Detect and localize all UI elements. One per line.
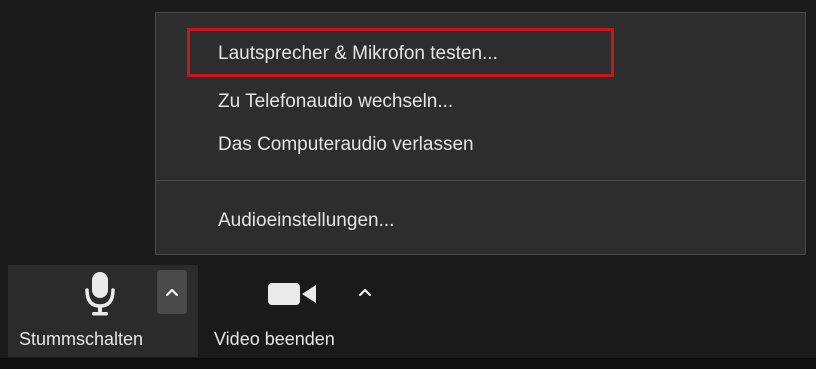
menu-item-leave-computer-audio[interactable]: Das Computeraudio verlassen [218, 131, 474, 159]
stop-video-button-label[interactable]: Video beenden [214, 329, 335, 350]
microphone-icon[interactable] [82, 270, 118, 316]
video-camera-icon[interactable] [268, 281, 318, 307]
chevron-up-icon [165, 288, 179, 297]
video-options-caret-button[interactable] [350, 270, 380, 314]
audio-options-caret-button[interactable] [157, 270, 187, 314]
menu-separator [156, 180, 805, 181]
menu-item-audio-settings[interactable]: Audioeinstellungen... [218, 207, 394, 235]
toolbar-bottom-strip [0, 358, 816, 369]
chevron-up-icon [358, 288, 372, 297]
menu-item-switch-to-phone-audio[interactable]: Zu Telefonaudio wechseln... [218, 88, 453, 116]
highlight-box [187, 28, 614, 77]
mute-button-label[interactable]: Stummschalten [19, 329, 143, 350]
